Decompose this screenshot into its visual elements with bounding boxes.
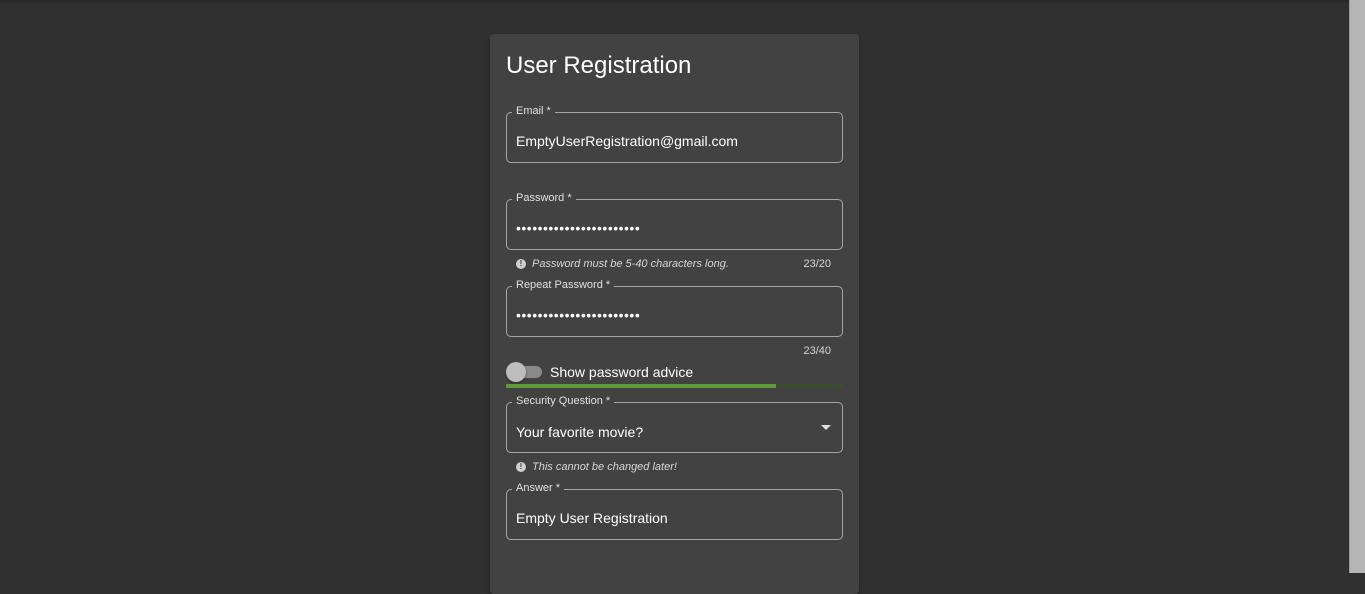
email-label: Email * (512, 104, 555, 118)
email-input[interactable]: EmptyUserRegistration@gmail.com (516, 132, 738, 150)
repeat-password-label: Repeat Password * (512, 278, 615, 292)
repeat-password-input[interactable]: ••••••••••••••••••••••• (516, 306, 640, 324)
password-counter: 23/20 (803, 258, 831, 270)
repeat-password-counter: 23/40 (803, 345, 831, 357)
password-label: Password * (512, 191, 576, 205)
password-strength-fill (506, 384, 776, 388)
info-icon: ! (516, 462, 526, 472)
chevron-down-icon[interactable] (821, 425, 831, 430)
answer-input[interactable]: Empty User Registration (516, 509, 668, 527)
registration-card: User Registration Email * EmptyUserRegis… (490, 34, 859, 594)
answer-label: Answer * (512, 481, 565, 495)
info-icon: ! (516, 259, 526, 269)
email-field[interactable]: Email * EmptyUserRegistration@gmail.com (506, 104, 843, 163)
security-question-select[interactable]: Security Question * Your favorite movie? (506, 394, 843, 453)
advice-toggle-label[interactable]: Show password advice (550, 364, 693, 380)
password-field[interactable]: Password * ••••••••••••••••••••••• (506, 191, 843, 250)
page-scrollbar[interactable] (1349, 0, 1365, 573)
password-strength-bar (506, 384, 843, 388)
advice-toggle-thumb[interactable] (506, 362, 526, 382)
repeat-password-field[interactable]: Repeat Password * ••••••••••••••••••••••… (506, 278, 843, 337)
password-hint: Password must be 5-40 characters long. (532, 258, 729, 270)
top-shadow (0, 0, 1349, 4)
password-input[interactable]: ••••••••••••••••••••••• (516, 219, 640, 237)
page-title: User Registration (506, 52, 692, 79)
answer-field[interactable]: Answer * Empty User Registration (506, 481, 843, 540)
security-question-hint: This cannot be changed later! (532, 461, 677, 473)
security-question-label: Security Question * (512, 394, 615, 408)
security-question-value[interactable]: Your favorite movie? (516, 423, 643, 441)
